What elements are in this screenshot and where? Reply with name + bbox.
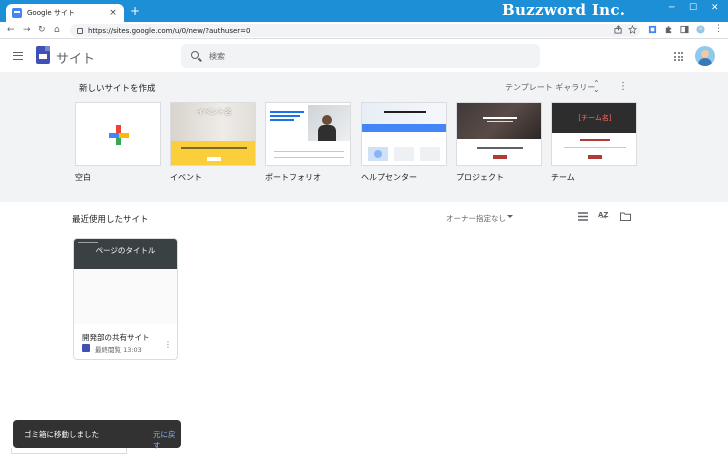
template-label: ヘルプセンター: [361, 173, 417, 182]
app-header: サイト 検索: [0, 40, 728, 72]
search-icon[interactable]: [191, 51, 199, 59]
sites-doc-icon: [82, 344, 90, 352]
extension-badge-icon[interactable]: [648, 25, 657, 34]
template-event[interactable]: イベント名 イベント: [170, 102, 256, 183]
browser-tab[interactable]: Google サイト ×: [6, 4, 124, 22]
site-card-name: 開発部の共有サイト: [82, 333, 150, 342]
account-avatar[interactable]: [695, 46, 715, 66]
site-card-last-viewed: 最終閲覧 13:03: [95, 346, 142, 354]
bookmark-star-icon[interactable]: [628, 25, 637, 34]
browser-menu-icon[interactable]: ⋮: [714, 23, 723, 35]
template-gallery: 新しいサイトを作成 テンプレート ギャラリー ⌃ ⌄ ⋮ 空白 イベント名 イベン…: [0, 72, 728, 202]
google-apps-icon[interactable]: [674, 52, 683, 61]
tab-close-icon[interactable]: ×: [108, 8, 118, 18]
search-placeholder: 検索: [209, 52, 225, 61]
extensions-icon[interactable]: [664, 25, 673, 34]
template-blank[interactable]: 空白: [75, 102, 161, 183]
event-thumb-title: イベント名: [196, 108, 232, 116]
template-thumb: [チーム名]: [551, 102, 637, 166]
reload-icon[interactable]: ↻: [38, 24, 46, 36]
template-label: プロジェクト: [456, 173, 504, 182]
share-icon[interactable]: [614, 25, 623, 34]
app-name[interactable]: サイト: [56, 48, 95, 67]
gallery-title: 新しいサイトを作成: [79, 84, 156, 94]
tab-title: Google サイト: [27, 9, 75, 17]
template-project[interactable]: プロジェクト: [456, 102, 542, 183]
list-view-icon[interactable]: [578, 212, 588, 221]
template-thumb: [361, 102, 447, 166]
home-icon[interactable]: ⌂: [54, 24, 60, 36]
recent-sites-heading: 最近使用したサイト: [72, 215, 149, 225]
back-icon[interactable]: ←: [7, 24, 15, 36]
side-panel-icon[interactable]: [680, 25, 689, 34]
template-help-center[interactable]: ヘルプセンター: [361, 102, 447, 183]
template-gallery-button[interactable]: テンプレート ギャラリー: [505, 82, 595, 93]
address-bar: ← → ↻ ⌂ https://sites.google.com/u/0/new…: [0, 22, 728, 39]
template-label: イベント: [170, 173, 202, 182]
url-text: https://sites.google.com/u/0/new/?authus…: [88, 26, 251, 35]
folder-icon[interactable]: [620, 212, 631, 221]
template-label: チーム: [551, 173, 575, 182]
new-tab-button[interactable]: +: [130, 4, 140, 18]
main-menu-icon[interactable]: [13, 52, 23, 60]
template-label: 空白: [75, 173, 91, 182]
expand-collapse-icon[interactable]: ⌃ ⌄: [593, 80, 600, 94]
site-card-thumb-title: ページのタイトル: [95, 246, 156, 255]
url-field[interactable]: https://sites.google.com/u/0/new/?authus…: [70, 24, 640, 37]
site-card-thumb: ページのタイトル: [74, 239, 177, 269]
maximize-icon[interactable]: ☐: [689, 3, 697, 13]
gallery-more-icon[interactable]: ⋮: [618, 81, 628, 92]
snackbar-message: ゴミ箱に移動しました: [24, 430, 99, 439]
minimize-icon[interactable]: ─: [669, 3, 674, 13]
team-thumb-title: [チーム名]: [578, 114, 612, 122]
forward-icon[interactable]: →: [23, 24, 31, 36]
undo-button[interactable]: 元に戻す: [153, 429, 181, 451]
search-input[interactable]: 検索: [181, 44, 540, 68]
template-thumb: [75, 102, 161, 166]
template-thumb: [456, 102, 542, 166]
snackbar: ゴミ箱に移動しました 元に戻す: [13, 420, 181, 451]
sites-logo-icon[interactable]: [36, 46, 50, 64]
watermark: Buzzword Inc.: [502, 1, 626, 19]
template-portfolio[interactable]: ポートフォリオ: [265, 102, 351, 183]
site-card[interactable]: ページのタイトル 開発部の共有サイト 最終閲覧 13:03 ⋮: [73, 238, 178, 360]
template-label: ポートフォリオ: [265, 173, 321, 182]
owner-filter-dropdown[interactable]: オーナー指定なし: [446, 213, 506, 224]
caret-down-icon[interactable]: [507, 215, 513, 218]
browser-titlebar: Google サイト × + Buzzword Inc. ─ ☐ ✕: [0, 0, 728, 22]
site-card-more-icon[interactable]: ⋮: [164, 341, 172, 349]
template-team[interactable]: [チーム名] チーム: [551, 102, 637, 183]
template-thumb: イベント名: [170, 102, 256, 166]
template-thumb: [265, 102, 351, 166]
profile-icon[interactable]: [696, 25, 705, 34]
close-window-icon[interactable]: ✕: [711, 3, 719, 13]
lock-icon: [77, 27, 83, 34]
sort-az-icon[interactable]: A͢Z: [598, 211, 609, 219]
sites-favicon-icon: [12, 8, 22, 18]
